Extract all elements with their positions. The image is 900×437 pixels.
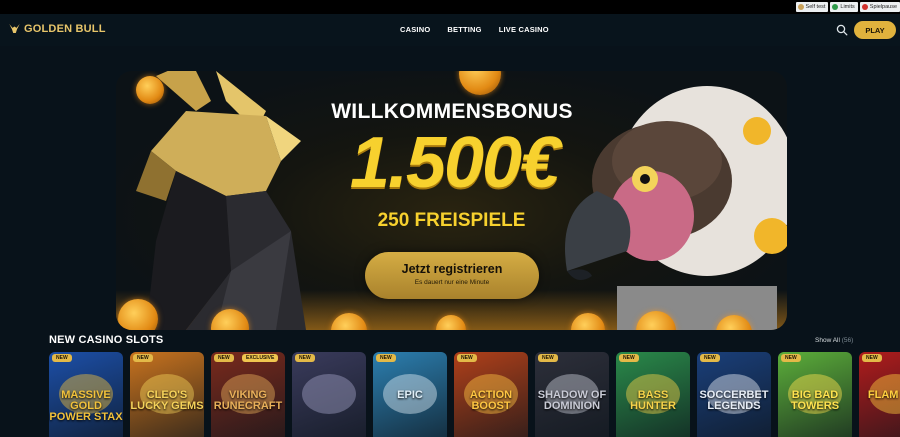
new-badge: NEW xyxy=(295,354,315,362)
new-badge: NEW xyxy=(52,354,72,362)
coin-decoration xyxy=(459,71,501,95)
slot-game-tile[interactable]: NEW xyxy=(292,352,366,437)
responsible-gaming-link[interactable]: Self test xyxy=(795,2,829,12)
slot-game-tile[interactable]: NEW CLEO'S LUCKY GEMS xyxy=(130,352,204,437)
site-header: GOLDEN BULL CASINO BETTING LIVE CASINO P… xyxy=(0,14,900,46)
slot-game-tile[interactable]: NEW SOCCERBET LEGENDS xyxy=(697,352,771,437)
responsible-gaming-link[interactable]: Spielpause xyxy=(859,2,900,12)
coin-decoration xyxy=(136,76,164,104)
responsible-gaming-label: Spielpause xyxy=(869,4,897,10)
new-badge: NEW xyxy=(619,354,639,362)
new-badge: NEW xyxy=(781,354,801,362)
show-all-label: Show All xyxy=(815,337,840,344)
slot-game-tile[interactable]: NEW BIG BAD TOWERS xyxy=(778,352,852,437)
responsible-gaming-icon xyxy=(832,4,839,10)
show-all-count: (56) xyxy=(841,337,854,344)
new-badge: NEW xyxy=(457,354,477,362)
register-button-sublabel: Es dauert nur eine Minute xyxy=(414,279,490,286)
play-button[interactable]: PLAY xyxy=(854,21,896,39)
section-title: NEW CASINO SLOTS xyxy=(49,334,164,346)
new-badge: NEW xyxy=(214,354,234,362)
slot-game-title: ACTION BOOST xyxy=(469,389,513,412)
slot-game-tile[interactable]: NEW FLAM DEV xyxy=(859,352,900,437)
slot-game-tile[interactable]: NEW EPIC xyxy=(373,352,447,437)
logo[interactable]: GOLDEN BULL xyxy=(8,22,106,35)
exclusive-badge: EXCLUSIVE xyxy=(242,354,279,362)
logo-text: GOLDEN BULL xyxy=(24,22,106,35)
slot-game-tile[interactable]: NEW EXCLUSIVE VIKING RUNECRAFT xyxy=(211,352,285,437)
slot-game-title: SOCCERBET LEGENDS xyxy=(699,389,769,412)
new-badge: NEW xyxy=(538,354,558,362)
top-strip: Self test Limits Spielpause xyxy=(0,0,900,14)
slot-game-title: CLEO'S LUCKY GEMS xyxy=(130,389,204,412)
slot-game-title: MASSIVE GOLD POWER STAX xyxy=(49,389,123,423)
new-badge: NEW xyxy=(862,354,882,362)
slot-game-title: EPIC xyxy=(397,389,423,401)
register-button[interactable]: Jetzt registrieren Es dauert nur eine Mi… xyxy=(365,252,539,299)
bonus-amount: 1.500€ xyxy=(349,123,560,203)
responsible-gaming-label: Limits xyxy=(840,4,855,10)
main-nav: CASINO BETTING LIVE CASINO xyxy=(400,25,549,34)
responsible-gaming-bar: Self test Limits Spielpause xyxy=(795,2,900,12)
nav-live-casino[interactable]: LIVE CASINO xyxy=(499,25,549,34)
new-badge: NEW xyxy=(133,354,153,362)
nav-betting[interactable]: BETTING xyxy=(447,25,481,34)
new-badge: NEW xyxy=(700,354,720,362)
slot-game-title: SHADOW OF DOMINION xyxy=(537,389,607,412)
register-button-label: Jetzt registrieren xyxy=(401,262,503,276)
bull-logo-icon xyxy=(9,23,20,34)
new-badge: NEW xyxy=(376,354,396,362)
slot-game-title: BIG BAD TOWERS xyxy=(790,389,840,412)
responsible-gaming-icon xyxy=(797,4,804,10)
slot-game-tile[interactable]: NEW SHADOW OF DOMINION xyxy=(535,352,609,437)
slot-game-title: BASS HUNTER xyxy=(630,389,676,412)
slot-game-title: FLAM DEV xyxy=(867,389,900,401)
free-spins-text: 250 FREISPIELE xyxy=(377,210,526,231)
slot-game-title: VIKING RUNECRAFT xyxy=(213,389,283,412)
responsible-gaming-label: Self test xyxy=(805,4,826,10)
slot-game-tile[interactable]: NEW ACTION BOOST xyxy=(454,352,528,437)
show-all-link[interactable]: Show All (56) xyxy=(815,337,853,344)
responsible-gaming-link[interactable]: Limits xyxy=(830,2,858,12)
search-icon[interactable] xyxy=(836,24,848,36)
slot-game-art xyxy=(302,374,356,414)
nav-casino[interactable]: CASINO xyxy=(400,25,430,34)
slot-game-tile[interactable]: NEW BASS HUNTER xyxy=(616,352,690,437)
responsible-gaming-icon xyxy=(861,4,868,10)
slot-game-tile[interactable]: NEW MASSIVE GOLD POWER STAX xyxy=(49,352,123,437)
